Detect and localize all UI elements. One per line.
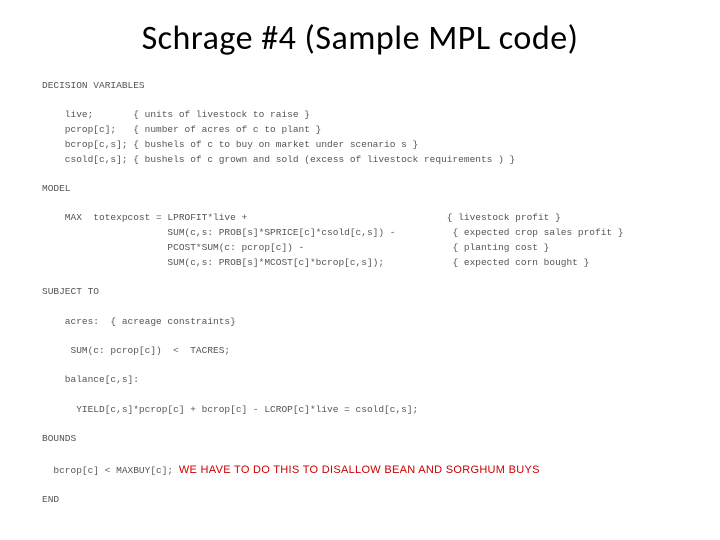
code-line: acres: { acreage constraints} bbox=[42, 316, 236, 327]
code-line: bcrop[c] < MAXBUY[c]; bbox=[42, 465, 179, 476]
code-line: MAX totexpcost = LPROFIT*live + { livest… bbox=[42, 212, 561, 223]
code-line: MODEL bbox=[42, 183, 71, 194]
code-line: YIELD[c,s]*pcrop[c] + bcrop[c] - LCROP[c… bbox=[42, 404, 418, 415]
slide: Schrage #4 (Sample MPL code) DECISION VA… bbox=[0, 0, 720, 540]
code-line: SUM(c,s: PROB[s]*MCOST[c]*bcrop[c,s]); {… bbox=[42, 257, 589, 268]
code-line: DECISION VARIABLES bbox=[42, 80, 145, 91]
code-line: SUM(c: pcrop[c]) < TACRES; bbox=[42, 345, 230, 356]
code-line: live; { units of livestock to raise } bbox=[42, 109, 310, 120]
slide-title: Schrage #4 (Sample MPL code) bbox=[0, 0, 720, 59]
code-line: pcrop[c]; { number of acres of c to plan… bbox=[42, 124, 321, 135]
code-line: SUM(c,s: PROB[s]*SPRICE[c]*csold[c,s]) -… bbox=[42, 227, 624, 238]
code-block: DECISION VARIABLES live; { units of live… bbox=[42, 79, 720, 508]
code-line: SUBJECT TO bbox=[42, 286, 99, 297]
inline-annotation: WE HAVE TO DO THIS TO DISALLOW BEAN AND … bbox=[179, 464, 540, 476]
code-line: BOUNDS bbox=[42, 433, 76, 444]
code-line: END bbox=[42, 494, 59, 505]
code-line: PCOST*SUM(c: pcrop[c]) - { planting cost… bbox=[42, 242, 549, 253]
code-line: balance[c,s]: bbox=[42, 374, 139, 385]
code-line: csold[c,s]; { bushels of c grown and sol… bbox=[42, 154, 515, 165]
code-line: bcrop[c,s]; { bushels of c to buy on mar… bbox=[42, 139, 418, 150]
